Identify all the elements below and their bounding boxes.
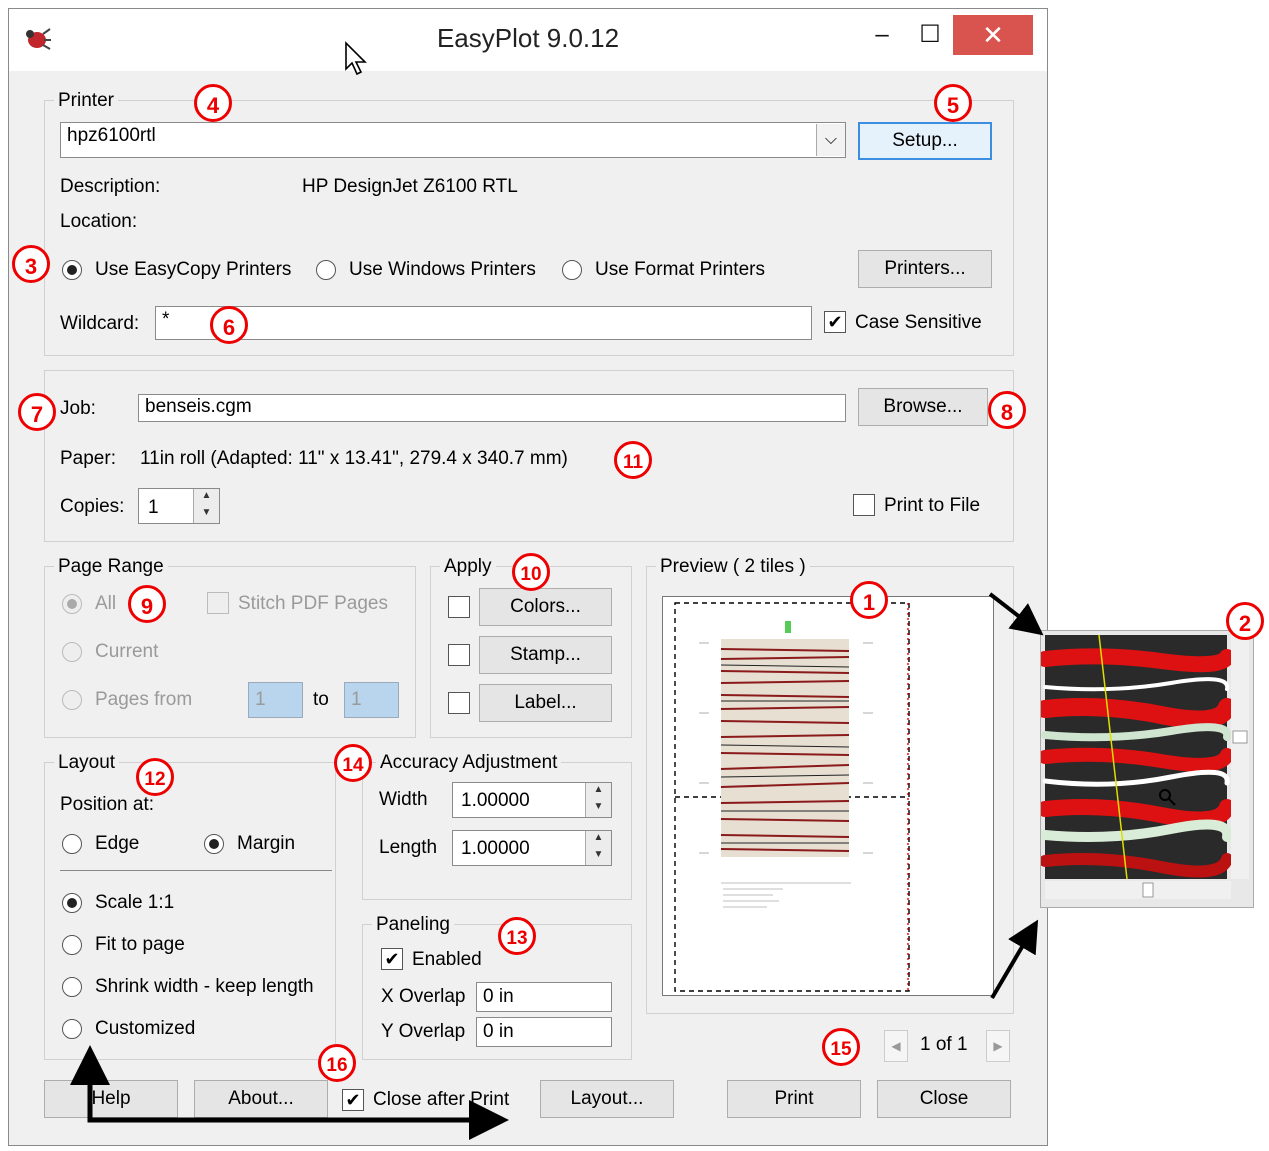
callout-4: 4 <box>194 84 232 122</box>
callout-2: 2 <box>1226 602 1264 640</box>
callout-13: 13 <box>498 917 536 955</box>
callout-7: 7 <box>18 393 56 431</box>
callout-3: 3 <box>12 245 50 283</box>
callout-15: 15 <box>822 1028 860 1066</box>
callout-16: 16 <box>318 1044 356 1082</box>
arrow-to-zoom-top <box>988 592 1044 636</box>
callout-10: 10 <box>512 553 550 591</box>
callout-11: 11 <box>614 441 652 479</box>
callout-9: 9 <box>128 585 166 623</box>
callout-6: 6 <box>210 306 248 344</box>
callout-8: 8 <box>988 391 1026 429</box>
callout-14: 14 <box>334 744 372 782</box>
callout-12: 12 <box>136 758 174 796</box>
arrow-to-zoom-bottom <box>990 919 1039 1000</box>
annotation-arrows <box>70 592 1044 1140</box>
callout-1: 1 <box>850 581 888 619</box>
arrow-bracket <box>87 1086 484 1123</box>
callout-5: 5 <box>934 84 972 122</box>
